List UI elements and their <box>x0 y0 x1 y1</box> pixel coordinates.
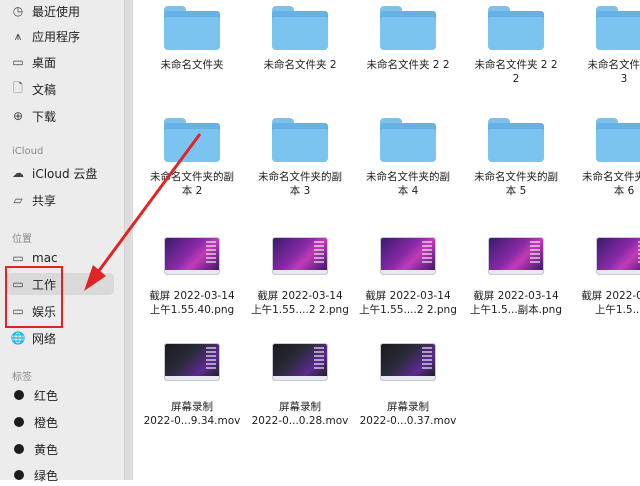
file-name: 未命名文件夹 <box>160 59 224 71</box>
apps-icon: ⩚ <box>14 28 22 43</box>
folder-item[interactable]: 未命名文件夹的副 本 5 <box>462 118 570 198</box>
image-file-item[interactable]: 截屏 2022-03-14 上午1.55....2 2.png <box>354 238 462 317</box>
sidebar-item-label: 黄色 <box>34 442 59 457</box>
file-name: 屏幕录制 2022-0...0.37.mov <box>359 401 457 427</box>
file-name: 未命名文件夹 2 3 <box>587 59 640 85</box>
folder-item[interactable]: 未命名文件夹的副 本 6 <box>570 118 640 198</box>
folder-icon <box>272 6 328 50</box>
video-thumbnail <box>381 344 435 380</box>
folder-item[interactable]: 未命名文件夹 2 2 2 <box>462 6 570 86</box>
document-icon: 🗋 <box>13 80 23 95</box>
sidebar-item-label: 红色 <box>34 388 59 403</box>
sidebar-section-icloud: iCloud <box>12 146 44 157</box>
image-thumbnail <box>489 238 543 274</box>
folder-item[interactable]: 未命名文件夹 2 <box>246 6 354 72</box>
image-thumbnail <box>273 238 327 274</box>
sidebar-tag-red[interactable]: 红色 <box>10 384 120 406</box>
file-name: 未命名文件夹 2 2 2 <box>474 59 558 85</box>
sidebar-item-label: 共享 <box>32 193 57 208</box>
sidebar-item-label: 桌面 <box>32 55 57 70</box>
sidebar-item-label: 网络 <box>32 331 57 346</box>
image-file-item[interactable]: 截屏 2022-03-14 上午1.5...本 <box>570 238 640 317</box>
file-name: 截屏 2022-03-14 上午1.5...本 <box>581 290 640 316</box>
drive-icon: ▭ <box>12 251 24 265</box>
tag-dot-icon <box>14 444 24 454</box>
file-name: 截屏 2022-03-14 上午1.55....2 2.png <box>251 290 349 316</box>
folder-icon <box>164 6 220 50</box>
sidebar-section-locations: 位置 <box>12 234 32 245</box>
file-name: 未命名文件夹的副 本 3 <box>258 171 342 197</box>
tag-dot-icon <box>14 390 24 400</box>
sidebar-item-downloads[interactable]: ⊕ 下载 <box>10 105 120 127</box>
folder-icon <box>380 6 436 50</box>
sidebar-tag-green[interactable]: 绿色 <box>10 464 120 486</box>
file-name: 未命名文件夹的副 本 5 <box>474 171 558 197</box>
image-file-item[interactable]: 截屏 2022-03-14 上午1.55.40.png <box>138 238 246 317</box>
folder-icon <box>596 6 640 50</box>
sidebar-item-label: iCloud 云盘 <box>32 166 98 181</box>
file-name: 截屏 2022-03-14 上午1.55....2 2.png <box>359 290 457 316</box>
annotation-highlight-box <box>5 266 63 328</box>
tag-dot-icon <box>14 417 24 427</box>
file-name: 未命名文件夹 2 2 <box>366 59 450 71</box>
clock-icon: ◷ <box>12 4 24 18</box>
folder-item[interactable]: 未命名文件夹的副 本 3 <box>246 118 354 198</box>
sidebar-item-label: 文稿 <box>32 82 57 97</box>
image-file-item[interactable]: 截屏 2022-03-14 上午1.5...副本.png <box>462 238 570 317</box>
download-icon: ⊕ <box>12 109 24 123</box>
folder-icon <box>488 118 544 162</box>
video-file-item[interactable]: 屏幕录制 2022-0...0.37.mov <box>354 344 462 428</box>
sidebar-item-desktop[interactable]: ▭ 桌面 <box>10 51 120 73</box>
sidebar-item-label: 最近使用 <box>32 4 81 19</box>
image-thumbnail <box>597 238 640 274</box>
sidebar-item-documents[interactable]: 🗋 文稿 <box>10 78 120 100</box>
folder-icon <box>272 118 328 162</box>
shared-folder-icon: ▱ <box>13 193 23 207</box>
sidebar-section-tags: 标签 <box>12 372 32 383</box>
sidebar-item-label: 橙色 <box>34 415 59 430</box>
file-name: 未命名文件夹的副 本 6 <box>582 171 640 197</box>
file-name: 未命名文件夹的副 本 2 <box>150 171 234 197</box>
sidebar-item-recents[interactable]: ◷ 最近使用 <box>10 0 120 22</box>
globe-icon: 🌐 <box>10 331 26 345</box>
folder-icon <box>596 118 640 162</box>
video-file-item[interactable]: 屏幕录制 2022-0...9.34.mov <box>138 344 246 428</box>
sidebar-item-icloud-drive[interactable]: ☁ iCloud 云盘 <box>10 162 120 184</box>
cloud-icon: ☁ <box>12 166 24 180</box>
folder-item[interactable]: 未命名文件夹 2 2 <box>354 6 462 72</box>
file-grid: 未命名文件夹 未命名文件夹 2 未命名文件夹 2 2 未命名文件夹 2 2 2 … <box>132 0 640 480</box>
sidebar-item-label: 下载 <box>32 109 57 124</box>
tag-dot-icon <box>14 470 24 480</box>
desktop-icon: ▭ <box>12 55 24 69</box>
sidebar-tag-yellow[interactable]: 黄色 <box>10 438 120 460</box>
image-thumbnail <box>381 238 435 274</box>
sidebar-item-shared[interactable]: ▱ 共享 <box>10 189 120 211</box>
folder-icon <box>164 118 220 162</box>
file-name: 屏幕录制 2022-0...0.28.mov <box>251 401 349 427</box>
sidebar-item-network[interactable]: 🌐 网络 <box>10 327 120 349</box>
folder-item[interactable]: 未命名文件夹 <box>138 6 246 72</box>
folder-item[interactable]: 未命名文件夹的副 本 2 <box>138 118 246 198</box>
sidebar-tag-orange[interactable]: 橙色 <box>10 411 120 433</box>
folder-item[interactable]: 未命名文件夹的副 本 4 <box>354 118 462 198</box>
sidebar-item-label: 绿色 <box>34 468 59 483</box>
file-name: 未命名文件夹 2 <box>263 59 337 71</box>
video-file-item[interactable]: 屏幕录制 2022-0...0.28.mov <box>246 344 354 428</box>
image-thumbnail <box>165 238 219 274</box>
image-file-item[interactable]: 截屏 2022-03-14 上午1.55....2 2.png <box>246 238 354 317</box>
file-name: 截屏 2022-03-14 上午1.5...副本.png <box>469 290 563 316</box>
file-name: 截屏 2022-03-14 上午1.55.40.png <box>149 290 235 316</box>
sidebar-item-label: 应用程序 <box>32 29 81 44</box>
file-name: 未命名文件夹的副 本 4 <box>366 171 450 197</box>
folder-icon <box>488 6 544 50</box>
sidebar-item-label: mac <box>32 251 58 265</box>
video-thumbnail <box>273 344 327 380</box>
folder-item[interactable]: 未命名文件夹 2 3 <box>570 6 640 86</box>
video-thumbnail <box>165 344 219 380</box>
folder-icon <box>380 118 436 162</box>
sidebar: ◷ 最近使用 ⩚ 应用程序 ▭ 桌面 🗋 文稿 ⊕ 下载 iCloud ☁ iC… <box>0 0 124 483</box>
sidebar-item-applications[interactable]: ⩚ 应用程序 <box>10 25 120 47</box>
file-name: 屏幕录制 2022-0...9.34.mov <box>143 401 241 427</box>
